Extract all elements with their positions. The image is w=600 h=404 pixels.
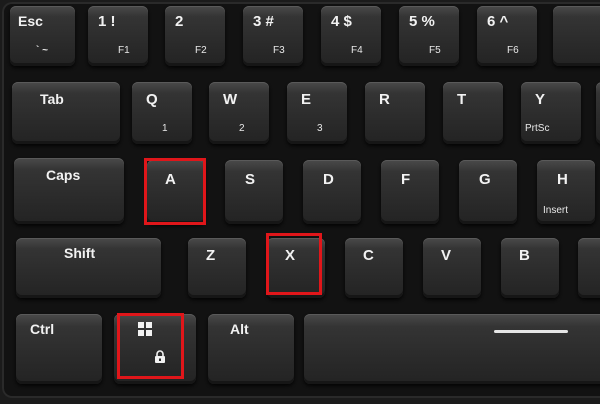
key-u-partial[interactable] bbox=[596, 82, 600, 144]
key-d-label: D bbox=[323, 171, 334, 188]
key-y-sub: PrtSc bbox=[525, 123, 550, 134]
key-a-label: A bbox=[165, 171, 176, 188]
key-space[interactable] bbox=[304, 314, 600, 384]
key-v[interactable]: V bbox=[423, 238, 481, 298]
key-3-sub: F3 bbox=[273, 45, 285, 56]
key-v-label: V bbox=[441, 247, 452, 264]
key-n-partial[interactable] bbox=[578, 238, 600, 298]
key-r[interactable]: R bbox=[365, 82, 425, 144]
key-s[interactable]: S bbox=[225, 160, 283, 224]
key-ctrl-label: Ctrl bbox=[30, 321, 55, 337]
key-z-label: Z bbox=[206, 247, 216, 264]
key-4[interactable]: 4 $ F4 bbox=[321, 6, 381, 66]
key-win[interactable] bbox=[114, 314, 196, 384]
key-y-label: Y bbox=[535, 91, 546, 108]
key-w-sub: 2 bbox=[239, 123, 245, 134]
key-2-label: 2 bbox=[175, 13, 184, 30]
key-y[interactable]: Y PrtSc bbox=[521, 82, 581, 144]
keyboard: Esc ` ~ 1 ! F1 2 F2 3 # F3 4 $ F4 5 % F5… bbox=[0, 0, 600, 404]
key-e-label: E bbox=[301, 91, 312, 108]
key-tab-label: Tab bbox=[40, 91, 64, 107]
key-1-label: 1 ! bbox=[98, 13, 116, 30]
key-e[interactable]: E 3 bbox=[287, 82, 347, 144]
key-caps-label: Caps bbox=[46, 167, 81, 183]
key-3[interactable]: 3 # F3 bbox=[243, 6, 303, 66]
key-shift[interactable]: Shift bbox=[16, 238, 161, 298]
key-4-label: 4 $ bbox=[331, 13, 352, 30]
key-tab[interactable]: Tab bbox=[12, 82, 120, 144]
key-5-label: 5 % bbox=[409, 13, 435, 30]
space-bar-line bbox=[494, 330, 568, 333]
key-q-label: Q bbox=[146, 91, 158, 108]
key-b[interactable]: B bbox=[501, 238, 559, 298]
key-e-sub: 3 bbox=[317, 123, 323, 134]
key-h-sub: Insert bbox=[543, 205, 569, 216]
key-alt[interactable]: Alt bbox=[208, 314, 294, 384]
key-a[interactable]: A bbox=[147, 160, 205, 224]
key-1[interactable]: 1 ! F1 bbox=[88, 6, 148, 66]
key-6-label: 6 ^ bbox=[487, 13, 509, 30]
key-f-label: F bbox=[401, 171, 411, 188]
key-g[interactable]: G bbox=[459, 160, 517, 224]
key-h-label: H bbox=[557, 171, 568, 188]
key-esc-label: Esc bbox=[18, 13, 43, 29]
key-c-label: C bbox=[363, 247, 374, 264]
key-2-sub: F2 bbox=[195, 45, 207, 56]
key-3-label: 3 # bbox=[253, 13, 274, 30]
key-caps[interactable]: Caps bbox=[14, 158, 124, 224]
key-1-sub: F1 bbox=[118, 45, 130, 56]
key-esc[interactable]: Esc ` ~ bbox=[10, 6, 75, 66]
key-6-sub: F6 bbox=[507, 45, 519, 56]
key-6[interactable]: 6 ^ F6 bbox=[477, 6, 537, 66]
key-esc-sub: ` ~ bbox=[36, 45, 48, 56]
key-alt-label: Alt bbox=[230, 321, 249, 337]
key-f[interactable]: F bbox=[381, 160, 439, 224]
key-g-label: G bbox=[479, 171, 491, 188]
key-7-partial[interactable] bbox=[553, 6, 600, 66]
key-4-sub: F4 bbox=[351, 45, 363, 56]
key-t[interactable]: T bbox=[443, 82, 503, 144]
lock-icon bbox=[155, 350, 165, 363]
key-d[interactable]: D bbox=[303, 160, 361, 224]
key-c[interactable]: C bbox=[345, 238, 403, 298]
key-5[interactable]: 5 % F5 bbox=[399, 6, 459, 66]
key-b-label: B bbox=[519, 247, 530, 264]
key-shift-label: Shift bbox=[64, 245, 96, 261]
key-t-label: T bbox=[457, 91, 467, 108]
key-s-label: S bbox=[245, 171, 256, 188]
key-w[interactable]: W 2 bbox=[209, 82, 269, 144]
key-h[interactable]: H Insert bbox=[537, 160, 595, 224]
windows-icon bbox=[138, 322, 152, 336]
key-r-label: R bbox=[379, 91, 390, 108]
key-q[interactable]: Q 1 bbox=[132, 82, 192, 144]
key-q-sub: 1 bbox=[162, 123, 168, 134]
key-x-label: X bbox=[285, 247, 296, 264]
key-ctrl[interactable]: Ctrl bbox=[16, 314, 102, 384]
key-5-sub: F5 bbox=[429, 45, 441, 56]
key-2[interactable]: 2 F2 bbox=[165, 6, 225, 66]
key-x[interactable]: X bbox=[267, 238, 325, 298]
key-w-label: W bbox=[223, 91, 238, 108]
key-z[interactable]: Z bbox=[188, 238, 246, 298]
